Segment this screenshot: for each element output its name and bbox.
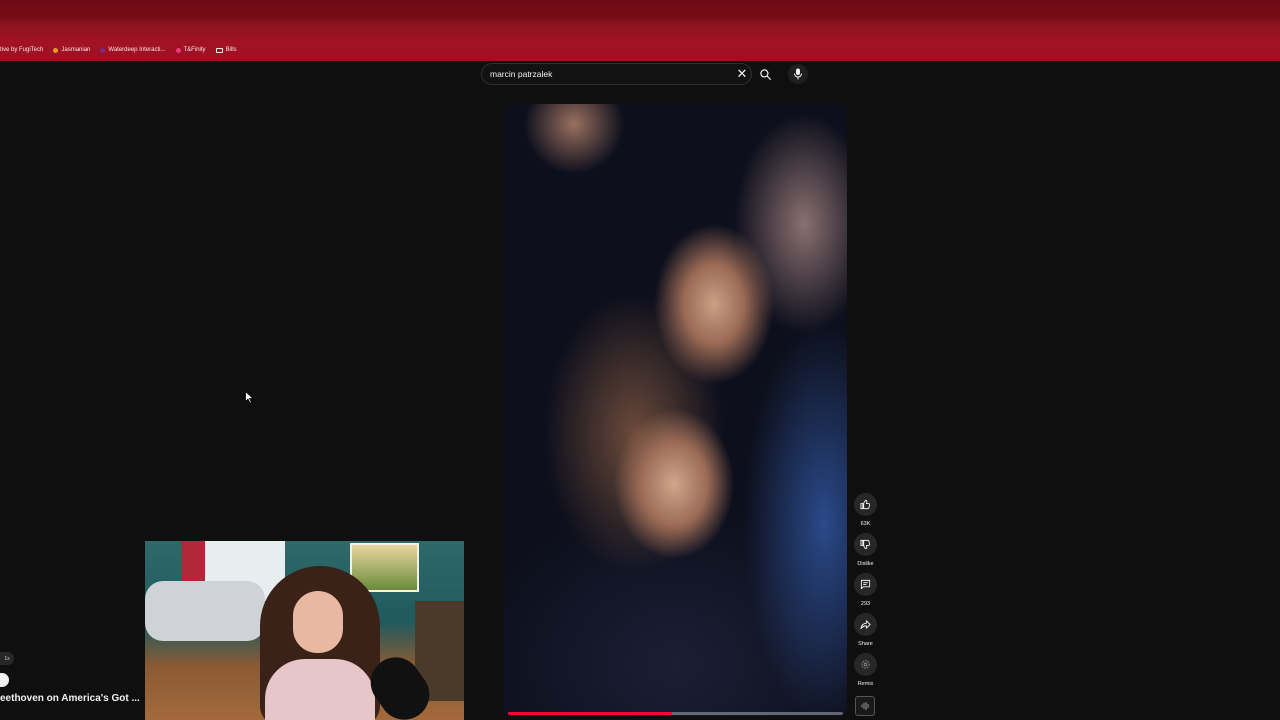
browser-chrome: tive by FugiTech Jasmanian Waterdeep Int… <box>0 0 1280 61</box>
mini-player-toggle[interactable] <box>0 673 9 687</box>
bookmark-favicon-icon <box>53 47 59 53</box>
bookmark-label: Waterdeep Interacti... <box>108 47 166 53</box>
mini-player-speed[interactable]: 1x <box>0 652 14 665</box>
video-progress-bar[interactable] <box>508 712 843 715</box>
sidebar-video-title[interactable]: eethoven on America's Got ... <box>0 693 140 704</box>
remix-action: Remix <box>854 653 877 687</box>
shorts-video-player[interactable] <box>504 104 847 716</box>
share-arrow-icon <box>860 620 871 630</box>
microphone-icon <box>794 68 802 80</box>
comment-count: 293 <box>860 601 871 607</box>
webcam-person-top <box>265 659 375 720</box>
search-box: ✕ <box>481 63 752 85</box>
bookmark-favicon-icon <box>100 47 106 53</box>
like-action: 63K <box>854 493 877 527</box>
bookmark-jasmanian[interactable]: Jasmanian <box>53 47 90 53</box>
share-button[interactable] <box>854 613 877 636</box>
webcam-couch <box>145 581 265 641</box>
thumbs-down-icon <box>860 539 871 550</box>
clear-search-button[interactable]: ✕ <box>733 65 751 83</box>
streamer-webcam-overlay <box>145 541 464 720</box>
share-label: Share <box>858 641 873 647</box>
bookmark-fugitech[interactable]: tive by FugiTech <box>0 47 43 53</box>
search-icon <box>759 68 771 80</box>
bookmark-waterdeep[interactable]: Waterdeep Interacti... <box>100 47 166 53</box>
dislike-action: Dislike <box>854 533 877 567</box>
bookmark-label: Bills <box>225 47 237 53</box>
bookmark-favicon-icon <box>175 47 181 53</box>
webcam-person-face <box>293 591 343 653</box>
dislike-button[interactable] <box>854 533 877 556</box>
bookmark-tfinity[interactable]: T&Finity <box>175 47 206 53</box>
close-icon: ✕ <box>736 66 748 81</box>
comment-icon <box>860 579 871 590</box>
dislike-label: Dislike <box>857 561 874 567</box>
share-action: Share <box>854 613 877 647</box>
bookmark-label: T&Finity <box>183 47 206 53</box>
thumbs-up-icon <box>860 499 871 510</box>
bookmark-label: tive by FugiTech <box>0 47 44 53</box>
remix-label: Remix <box>857 681 874 687</box>
video-progress-fill <box>508 712 673 715</box>
search-button[interactable] <box>755 64 775 84</box>
folder-icon <box>215 47 223 53</box>
bookmark-folder-bills[interactable]: Bills <box>215 47 237 53</box>
comments-button[interactable] <box>854 573 877 596</box>
remix-button[interactable] <box>854 653 877 676</box>
audio-waveform-icon <box>861 702 869 710</box>
like-count: 63K <box>860 521 871 527</box>
search-input[interactable] <box>482 68 733 80</box>
mouse-cursor-icon <box>245 391 254 404</box>
speed-label: 1x <box>4 655 10 662</box>
comments-action: 293 <box>854 573 877 607</box>
voice-search-button[interactable] <box>788 64 808 84</box>
sound-button[interactable] <box>855 696 875 716</box>
bookmark-label: Jasmanian <box>61 47 91 53</box>
shorts-action-bar: 63K Dislike 293 Share Remix <box>852 493 879 693</box>
bookmarks-bar: tive by FugiTech Jasmanian Waterdeep Int… <box>0 42 237 58</box>
remix-icon <box>861 660 870 669</box>
like-button[interactable] <box>854 493 877 516</box>
